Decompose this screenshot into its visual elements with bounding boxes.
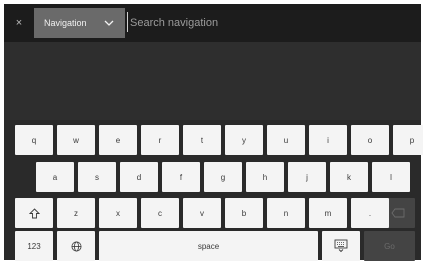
- search-bar: × Navigation: [4, 4, 421, 42]
- key-period[interactable]: .: [351, 198, 389, 228]
- key-g[interactable]: g: [204, 162, 242, 192]
- key-o[interactable]: o: [351, 125, 389, 155]
- mode-dropdown-label: Navigation: [44, 18, 87, 28]
- key-y[interactable]: y: [225, 125, 263, 155]
- map-preview: [4, 42, 421, 120]
- numbers-key[interactable]: 123: [15, 231, 53, 261]
- key-b[interactable]: b: [225, 198, 263, 228]
- close-icon: ×: [15, 17, 23, 29]
- key-z[interactable]: z: [57, 198, 95, 228]
- mode-dropdown[interactable]: Navigation: [34, 8, 125, 38]
- navigation-search-screen: × Navigation qwertyuiop asdfghjkl: [4, 4, 423, 261]
- on-screen-keyboard: qwertyuiop asdfghjkl zxcvbnm. 123 space …: [4, 120, 423, 261]
- search-input[interactable]: [130, 10, 410, 36]
- go-key[interactable]: Go: [364, 231, 415, 261]
- key-x[interactable]: x: [99, 198, 137, 228]
- space-key[interactable]: space: [99, 231, 318, 261]
- key-w[interactable]: w: [57, 125, 95, 155]
- space-key-label: space: [197, 241, 220, 251]
- key-c[interactable]: c: [141, 198, 179, 228]
- close-button[interactable]: ×: [8, 11, 30, 35]
- globe-icon: [71, 241, 81, 251]
- key-j[interactable]: j: [288, 162, 326, 192]
- numbers-key-label: 123: [27, 241, 41, 251]
- key-i[interactable]: i: [309, 125, 347, 155]
- hide-keyboard-key[interactable]: [322, 231, 360, 261]
- key-v[interactable]: v: [183, 198, 221, 228]
- language-key[interactable]: [57, 231, 95, 261]
- shift-key[interactable]: [15, 198, 53, 228]
- key-e[interactable]: e: [99, 125, 137, 155]
- backspace-icon: [391, 208, 405, 218]
- key-h[interactable]: h: [246, 162, 284, 192]
- key-p[interactable]: p: [393, 125, 423, 155]
- key-k[interactable]: k: [330, 162, 368, 192]
- keyboard-hide-icon: [334, 239, 348, 253]
- key-l[interactable]: l: [372, 162, 410, 192]
- key-q[interactable]: q: [15, 125, 53, 155]
- key-t[interactable]: t: [183, 125, 221, 155]
- key-a[interactable]: a: [36, 162, 74, 192]
- key-d[interactable]: d: [120, 162, 158, 192]
- search-cursor: [127, 12, 128, 32]
- shift-icon: [28, 207, 40, 218]
- key-r[interactable]: r: [141, 125, 179, 155]
- key-u[interactable]: u: [267, 125, 305, 155]
- key-f[interactable]: f: [162, 162, 200, 192]
- go-key-label: Go: [384, 241, 395, 251]
- key-n[interactable]: n: [267, 198, 305, 228]
- chevron-down-icon: [104, 20, 114, 26]
- key-s[interactable]: s: [78, 162, 116, 192]
- key-m[interactable]: m: [309, 198, 347, 228]
